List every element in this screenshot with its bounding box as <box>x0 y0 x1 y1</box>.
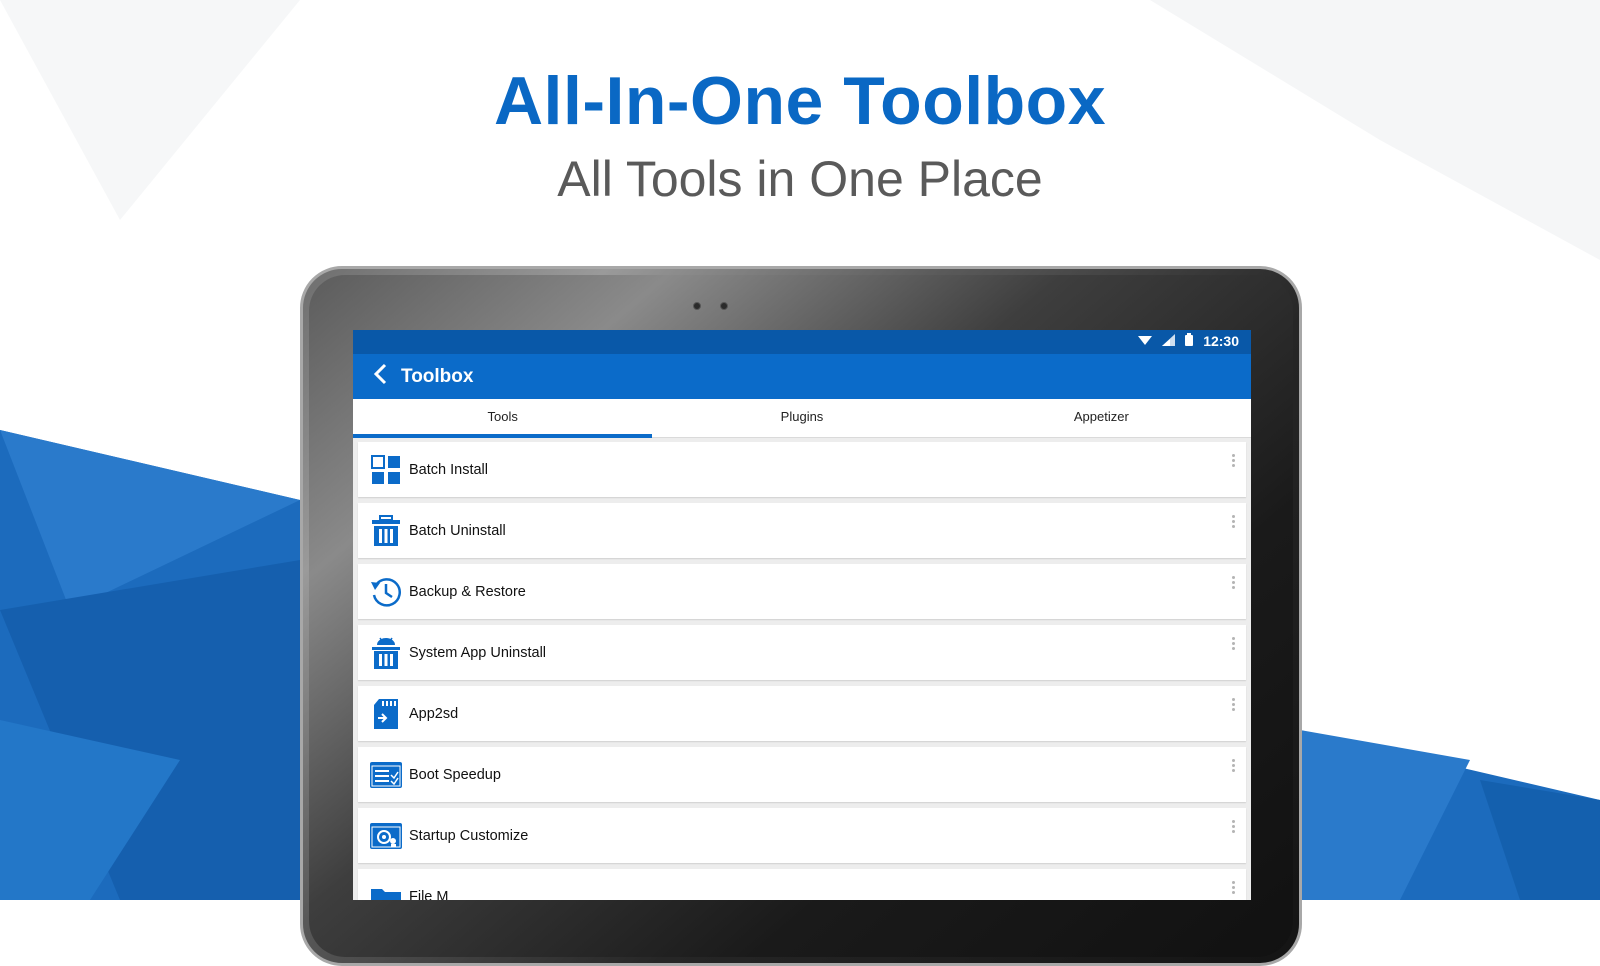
signal-icon <box>1162 333 1176 349</box>
list-item-system-app-uninstall[interactable]: System App Uninstall <box>358 625 1246 680</box>
list-item-backup-restore[interactable]: Backup & Restore <box>358 564 1246 619</box>
list-item-label: App2sd <box>409 705 459 722</box>
wifi-icon <box>1138 333 1153 349</box>
hero-subtitle: All Tools in One Place <box>557 151 1043 207</box>
sensor-dot-icon <box>720 302 728 310</box>
list-item-startup-customize[interactable]: Startup Customize <box>358 808 1246 863</box>
tab-plugins[interactable]: Plugins <box>652 399 951 437</box>
tablet-screen: 12:30 Toolbox Tools Plugins Appetizer Ba… <box>353 330 1251 900</box>
status-bar: 12:30 <box>353 330 1251 354</box>
battery-icon <box>1185 333 1194 349</box>
tab-bar: Tools Plugins Appetizer <box>353 399 1251 438</box>
folder-icon <box>369 880 403 900</box>
more-vert-icon[interactable] <box>1230 881 1236 897</box>
status-time: 12:30 <box>1203 333 1239 349</box>
list-item-label: Boot Speedup <box>409 766 501 783</box>
list-item-label: Backup & Restore <box>409 583 526 600</box>
more-vert-icon[interactable] <box>1230 515 1236 531</box>
more-vert-icon[interactable] <box>1230 820 1236 836</box>
android-trash-icon <box>369 636 403 670</box>
list-item-label: Batch Install <box>409 461 488 478</box>
history-clock-icon <box>369 575 403 609</box>
list-item-batch-install[interactable]: Batch Install <box>358 442 1246 497</box>
sd-card-icon <box>369 697 403 731</box>
chevron-left-icon <box>373 363 387 390</box>
hero-title: All-In-One Toolbox <box>493 63 1107 139</box>
more-vert-icon[interactable] <box>1230 759 1236 775</box>
boot-list-icon <box>369 758 403 792</box>
app-bar: Toolbox <box>353 354 1251 399</box>
list-item-batch-uninstall[interactable]: Batch Uninstall <box>358 503 1246 558</box>
more-vert-icon[interactable] <box>1230 637 1236 653</box>
tab-tools[interactable]: Tools <box>353 399 653 438</box>
list-item-label: Batch Uninstall <box>409 522 506 539</box>
app-bar-title: Toolbox <box>401 365 474 387</box>
more-vert-icon[interactable] <box>1230 576 1236 592</box>
more-vert-icon[interactable] <box>1230 454 1236 470</box>
list-item-label: System App Uninstall <box>409 644 547 661</box>
more-vert-icon[interactable] <box>1230 698 1236 714</box>
list-item-file-manager[interactable]: File M <box>358 869 1246 900</box>
back-button[interactable] <box>365 362 395 392</box>
trash-icon <box>369 514 403 548</box>
camera-dot-icon <box>693 302 701 310</box>
list-item-label: Startup Customize <box>409 827 529 844</box>
list-item-app2sd[interactable]: App2sd <box>358 686 1246 741</box>
tab-appetizer[interactable]: Appetizer <box>952 399 1251 437</box>
list-item-boot-speedup[interactable]: Boot Speedup <box>358 747 1246 802</box>
tools-list: Batch Install Batch Uninstall Backup & R… <box>353 438 1251 900</box>
list-item-label: File M <box>409 888 449 901</box>
grid-icon <box>369 453 403 487</box>
startup-gear-icon <box>369 819 403 853</box>
